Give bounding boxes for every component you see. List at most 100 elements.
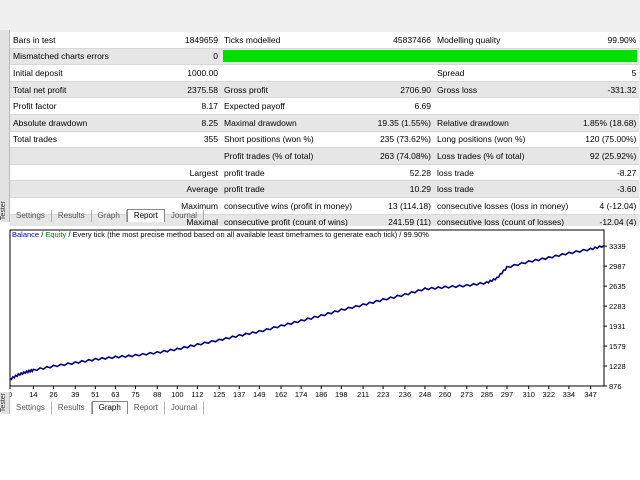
report-cell-value-c: 5 (571, 64, 640, 82)
report-cell-value-a: 8.25 (128, 114, 221, 132)
report-cell-value-a: Largest (128, 164, 221, 182)
report-cell-label-c: loss trade (434, 164, 572, 182)
x-tick-label: 112 (191, 390, 203, 399)
report-cell-value-a: 8.17 (128, 97, 221, 115)
report-panel: Bars in test 1849659 Ticks modelled 4583746… (0, 0, 640, 248)
y-tick-label: 1579 (609, 342, 626, 351)
y-tick-label: 1931 (609, 322, 626, 331)
report-cell-label-c: Long positions (won %) (434, 131, 572, 149)
x-tick-label: 236 (399, 390, 412, 399)
tab-graph[interactable]: Graph (92, 210, 127, 222)
x-tick-label: 297 (501, 390, 514, 399)
report-cell-value-b: 45837466 (362, 32, 434, 49)
report-cell-label-b: Ticks modelled (221, 32, 362, 49)
report-cell-value-a: 2375.58 (128, 81, 221, 99)
report-cell-label-a: Total trades (10, 131, 128, 149)
x-tick-label: 198 (335, 390, 348, 399)
plot-area (9, 229, 605, 387)
tester-side-label: Tester (0, 200, 7, 220)
report-cell-label-b: Short positions (won %) (221, 131, 362, 149)
report-row: Profit factor 8.17 Expected payoff 6.69 (10, 97, 640, 115)
x-tick-label: 137 (233, 390, 246, 399)
tab-journal-bottom[interactable]: Journal (165, 402, 205, 414)
report-cell-label-a (10, 164, 128, 182)
report-row: Total net profit 2375.58 Gross profit 2706.… (10, 81, 640, 99)
report-cell-value-c: 1.85% (18.68) (571, 114, 640, 132)
report-cell-label-a: Initial deposit (10, 64, 128, 82)
tab-report[interactable]: Report (126, 209, 165, 222)
report-cell-value-b: 10.29 (362, 180, 434, 198)
report-cell-label-c: consecutive losses (loss in money) (434, 197, 572, 215)
tab-graph-bottom[interactable]: Graph (91, 401, 128, 414)
report-cell-label-a: Profit factor (10, 97, 128, 115)
report-row: Bars in test 1849659 Ticks modelled 4583746… (10, 32, 640, 49)
report-cell-value-c: 92 (25.92%) (571, 147, 640, 165)
x-tick-label: 149 (253, 390, 266, 399)
report-row: Total trades 355 Short positions (won %) 23… (10, 131, 640, 149)
y-tick-label: 3339 (609, 242, 626, 251)
report-cell-label-b: Expected payoff (221, 97, 362, 115)
x-tick-label: 26 (49, 390, 57, 399)
report-cell-value-a (128, 147, 221, 165)
tab-results-bottom[interactable]: Results (52, 402, 92, 414)
tester-side-label-bottom: Tester (0, 392, 7, 412)
x-tick-label: 273 (461, 390, 474, 399)
report-cell-label-b: consecutive wins (profit in money) (221, 197, 362, 215)
report-tabbar: Settings Results Graph Report Journal (10, 208, 205, 222)
x-tick-label: 88 (153, 390, 161, 399)
tester-side-strip[interactable]: Tester (0, 30, 10, 222)
report-cell-label-a: Total net profit (10, 81, 128, 99)
report-cell-value-c: -331.32 (571, 81, 640, 99)
report-cell-value-c: 120 (75.00%) (571, 131, 640, 149)
report-cell-label-a: Mismatched charts errors (10, 48, 128, 66)
x-tick-label: 248 (419, 390, 432, 399)
tab-results[interactable]: Results (52, 210, 92, 222)
x-tick-label: 211 (357, 390, 369, 399)
tester-side-strip-bottom[interactable]: Tester (0, 392, 10, 414)
report-cell-label-b: profit trade (221, 180, 362, 198)
tab-settings-bottom[interactable]: Settings (10, 402, 52, 414)
report-row: Initial deposit 1000.00 Spread 5 (10, 64, 640, 82)
report-cell-value-b (362, 64, 434, 82)
y-tick-label: 876 (609, 382, 622, 391)
report-row: Average profit trade 10.29 loss trade -3.60 (10, 180, 640, 198)
tab-settings[interactable]: Settings (10, 210, 52, 222)
report-cell-label-a (10, 147, 128, 165)
x-tick-label: 334 (563, 390, 576, 399)
x-tick-label: 322 (543, 390, 556, 399)
report-cell-label-a: Absolute drawdown (10, 114, 128, 132)
modelling-quality-bar-fill (223, 50, 638, 63)
report-cell-label-c: Spread (434, 64, 572, 82)
report-cell-value-a: Average (128, 180, 221, 198)
tab-journal[interactable]: Journal (165, 210, 205, 222)
x-tick-label: 174 (295, 390, 308, 399)
x-tick-label: 347 (584, 390, 597, 399)
report-cell-label-b: profit trade (221, 164, 362, 182)
tab-report-bottom[interactable]: Report (128, 402, 165, 414)
x-tick-label: 51 (91, 390, 99, 399)
y-tick-label: 2987 (609, 262, 626, 271)
legend-balance: Balance (12, 230, 40, 239)
report-cell-value-a: 1000.00 (128, 64, 221, 82)
balance-chart: 33392987263522831931157912288760 14 26 39 51… (8, 229, 626, 399)
graph-tabbar: Settings Results Graph Report Journal (10, 400, 205, 414)
report-row: Absolute drawdown 8.25 Maximal drawdown 19.… (10, 114, 640, 132)
x-tick-label: 14 (29, 390, 37, 399)
report-cell-label-c: loss trade (434, 180, 572, 198)
x-tick-label: 223 (377, 390, 390, 399)
report-cell-label-b (221, 64, 362, 82)
report-cell-value-c (571, 97, 640, 115)
report-cell-value-b: 19.35 (1.55%) (362, 114, 434, 132)
report-row: Largest profit trade 52.28 loss trade -8.27 (10, 164, 640, 182)
x-tick-label: 162 (275, 390, 288, 399)
x-tick-label: 39 (71, 390, 79, 399)
report-cell-value-b: 235 (73.62%) (362, 131, 434, 149)
y-tick-label: 2283 (609, 302, 626, 311)
legend-equity: Equity (45, 230, 67, 239)
report-cell-label-a (10, 180, 128, 198)
report-cell-label-b: Profit trades (% of total) (221, 147, 362, 165)
x-tick-label: 186 (315, 390, 328, 399)
report-cell-value-b: 2706.90 (362, 81, 434, 99)
x-tick-label: 100 (171, 390, 184, 399)
report-cell-value-b: 263 (74.08%) (362, 147, 434, 165)
